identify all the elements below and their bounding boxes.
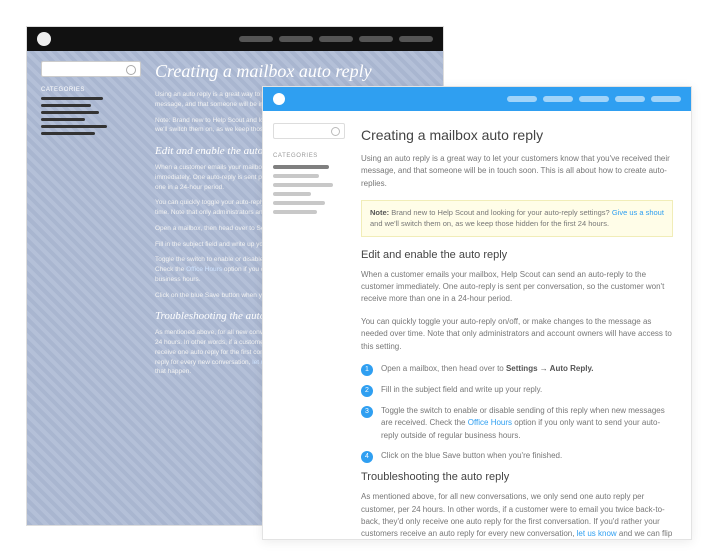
step-number-icon: 2 [361, 385, 373, 397]
sidebar-item[interactable] [41, 111, 99, 114]
nav-pill[interactable] [399, 36, 433, 42]
nav-pill[interactable] [543, 96, 573, 102]
nav-pill[interactable] [507, 96, 537, 102]
sidebar: CATEGORIES [263, 111, 355, 540]
nav-pill[interactable] [651, 96, 681, 102]
note-callout: Note: Brand new to Help Scout and lookin… [361, 200, 673, 237]
nav-pill[interactable] [579, 96, 609, 102]
let-us-know-link[interactable]: let us know [577, 529, 617, 538]
give-us-a-shout-link[interactable]: Give us a shout [612, 208, 664, 217]
nav-pill[interactable] [239, 36, 273, 42]
search-input[interactable] [273, 123, 345, 139]
step-item: 4 Click on the blue Save button when you… [361, 450, 673, 463]
note-label: Note: [370, 208, 389, 217]
logo-icon [273, 93, 285, 105]
office-hours-link[interactable]: Office Hours [468, 418, 512, 427]
intro-text: Using an auto reply is a great way to le… [361, 153, 673, 190]
sidebar-item[interactable] [41, 132, 95, 135]
nav-pill[interactable] [615, 96, 645, 102]
page-title: Creating a mailbox auto reply [155, 61, 429, 82]
step-item: 1 Open a mailbox, then head over to Sett… [361, 363, 673, 376]
step-item: 2 Fill in the subject field and write up… [361, 384, 673, 397]
sidebar-item[interactable] [273, 210, 317, 214]
sidebar-item[interactable] [41, 97, 103, 100]
article-body: Creating a mailbox auto reply Using an a… [355, 111, 691, 540]
step-number-icon: 3 [361, 406, 373, 418]
sidebar-item[interactable] [273, 165, 329, 169]
office-hours-link[interactable]: Office Hours [186, 266, 222, 273]
app-header-light [263, 87, 691, 111]
section-heading: Troubleshooting the auto reply [361, 471, 673, 483]
body-text: When a customer emails your mailbox, Hel… [361, 269, 673, 306]
sidebar-item[interactable] [41, 104, 91, 107]
sidebar-item[interactable] [273, 201, 325, 205]
sidebar-item[interactable] [273, 192, 311, 196]
steps-list: 1 Open a mailbox, then head over to Sett… [361, 363, 673, 463]
nav-pill[interactable] [279, 36, 313, 42]
section-heading: Edit and enable the auto reply [361, 249, 673, 261]
categories-label: CATEGORIES [41, 87, 141, 93]
step-number-icon: 1 [361, 364, 373, 376]
step-number-icon: 4 [361, 451, 373, 463]
sidebar-item[interactable] [41, 118, 85, 121]
search-input[interactable] [41, 61, 141, 77]
app-header-dark [27, 27, 443, 51]
page-title: Creating a mailbox auto reply [361, 127, 673, 143]
logo-icon [37, 32, 51, 46]
step-item: 3 Toggle the switch to enable or disable… [361, 405, 673, 442]
categories-label: CATEGORIES [273, 153, 345, 159]
body-text: As mentioned above, for all new conversa… [361, 491, 673, 540]
sidebar-item[interactable] [273, 183, 333, 187]
sidebar-item[interactable] [273, 174, 319, 178]
sidebar-item[interactable] [41, 125, 107, 128]
nav-pill[interactable] [359, 36, 393, 42]
body-text: You can quickly toggle your auto-reply o… [361, 316, 673, 353]
docs-theme-light: CATEGORIES Creating a mailbox auto reply… [262, 86, 692, 540]
sidebar: CATEGORIES [41, 61, 141, 383]
nav-pill[interactable] [319, 36, 353, 42]
